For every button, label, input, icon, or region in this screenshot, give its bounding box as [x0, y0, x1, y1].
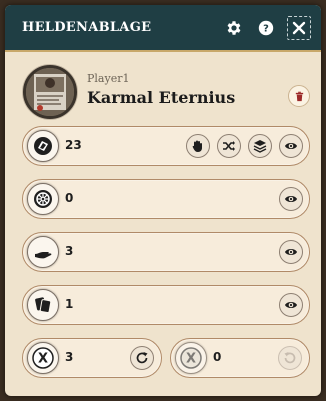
x-token-icon: X: [175, 342, 207, 374]
avatar[interactable]: [23, 65, 77, 119]
panel-title: HELDENABLAGE: [22, 20, 152, 35]
token-count-active: 3: [65, 350, 74, 364]
close-icon[interactable]: [287, 16, 311, 40]
open-hand-icon: [27, 236, 59, 268]
eye-icon[interactable]: [279, 134, 303, 158]
discard-count: 0: [65, 191, 74, 205]
deck-row: 23: [22, 126, 310, 166]
cards-row: 1: [22, 285, 310, 325]
svg-text:?: ?: [263, 24, 269, 35]
trash-icon[interactable]: [288, 85, 310, 107]
character-name: Karmal Eternius: [87, 88, 236, 107]
discard-row: 0: [22, 179, 310, 219]
reset-icon[interactable]: [130, 346, 154, 370]
title-bar: HELDENABLAGE ?: [5, 5, 321, 52]
deck-count: 23: [65, 138, 82, 152]
eye-icon[interactable]: [279, 240, 303, 264]
cards-icon: [27, 289, 59, 321]
hand-row: 3: [22, 232, 310, 272]
svg-text:X: X: [186, 352, 196, 367]
hand-icon[interactable]: [186, 134, 210, 158]
help-icon[interactable]: ?: [255, 17, 277, 39]
token-row-used: X 0: [170, 338, 310, 378]
player-profile: Player1 Karmal Eternius: [5, 60, 321, 126]
cards-count: 1: [65, 297, 74, 311]
eye-icon[interactable]: [279, 293, 303, 317]
token-count-used: 0: [213, 350, 222, 364]
reset-icon[interactable]: [278, 346, 302, 370]
svg-text:X: X: [38, 352, 48, 367]
player-label: Player1: [87, 72, 130, 85]
deck-icon: [27, 130, 59, 162]
shuffle-icon[interactable]: [217, 134, 241, 158]
eye-icon[interactable]: [279, 187, 303, 211]
x-token-icon: X: [27, 342, 59, 374]
hero-storage-panel: HELDENABLAGE ? Player1 Karmal Eternius 2…: [5, 5, 321, 396]
gear-icon[interactable]: [223, 17, 245, 39]
token-row-active: X 3: [22, 338, 162, 378]
layers-icon[interactable]: [248, 134, 272, 158]
hand-count: 3: [65, 244, 74, 258]
wheel-icon: [27, 183, 59, 215]
